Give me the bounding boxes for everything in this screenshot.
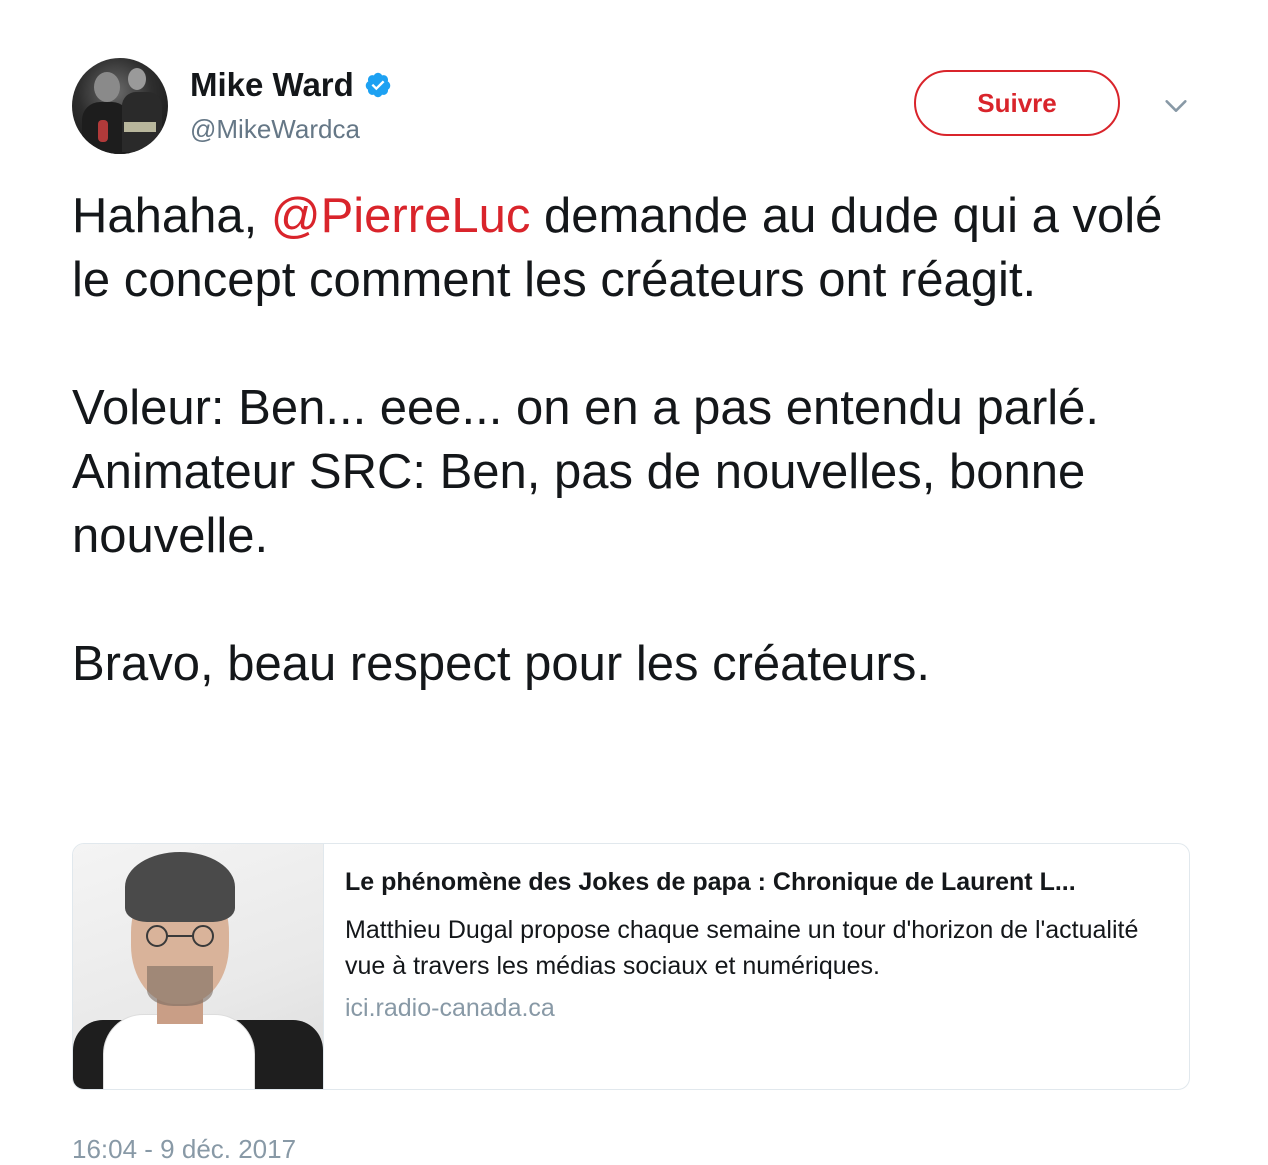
author-handle[interactable]: @MikeWardca: [190, 114, 360, 145]
tweet-paragraph: Animateur SRC: Ben, pas de nouvelles, bo…: [72, 445, 1086, 563]
author-name-text[interactable]: Mike Ward: [190, 66, 354, 104]
tweet-timestamp[interactable]: 16:04 - 9 déc. 2017: [72, 1134, 296, 1165]
card-title: Le phénomène des Jokes de papa : Chroniq…: [345, 868, 1076, 896]
verified-badge-icon: [365, 72, 391, 98]
tweet-paragraph: Bravo, beau respect pour les créateurs.: [72, 637, 930, 691]
card-thumbnail[interactable]: [73, 844, 324, 1089]
mention-link[interactable]: @PierreLuc: [271, 189, 530, 243]
tweet-text: Hahaha, @PierreLuc demande au dude qui a…: [72, 184, 1202, 696]
chevron-down-icon[interactable]: [1162, 92, 1190, 120]
card-description: Matthieu Dugal propose chaque semaine un…: [345, 916, 1139, 980]
follow-button[interactable]: Suivre: [914, 70, 1120, 136]
tweet-paragraph: Hahaha, @PierreLuc demande au dude qui a…: [72, 189, 1163, 307]
author-name[interactable]: Mike Ward: [190, 66, 392, 104]
tweet-paragraph: Voleur: Ben... eee... on en a pas entend…: [72, 381, 1100, 435]
card-domain: ici.radio-canada.ca: [345, 994, 555, 1022]
link-preview-card[interactable]: Le phénomène des Jokes de papa : Chroniq…: [72, 843, 1190, 1090]
author-avatar[interactable]: [72, 58, 168, 154]
